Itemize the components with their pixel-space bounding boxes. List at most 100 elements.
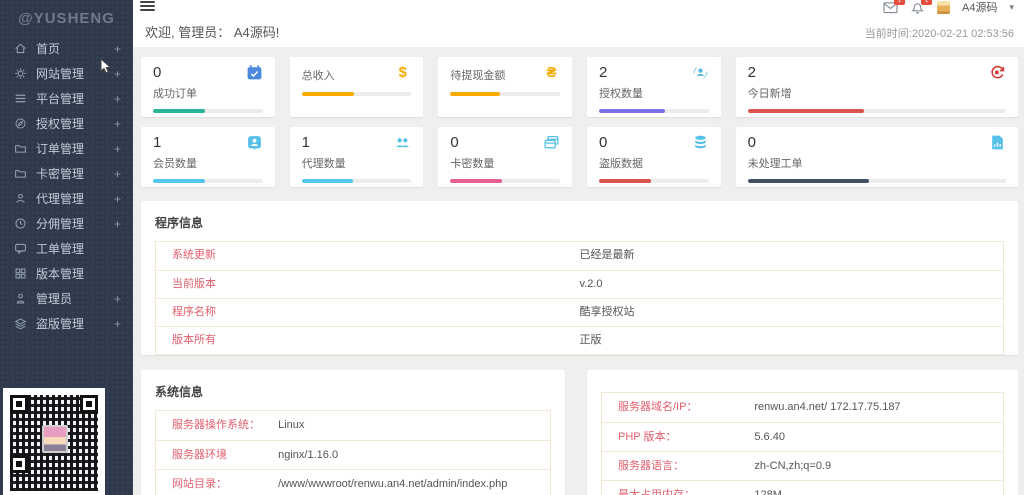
qr-pattern [10, 395, 98, 491]
row-value: 已经是最新 [579, 249, 635, 261]
calendar-check-icon [246, 64, 263, 81]
progress-track [450, 92, 560, 96]
currency-icon: ₴ [546, 64, 557, 81]
progress-track [450, 179, 560, 183]
system-info-table: 服务器操作系统： Linux 服务器环境 nginx/1.16.0 网站目录： … [155, 410, 551, 495]
stat-card-members[interactable]: 1 会员数量 [141, 127, 275, 187]
stat-card-open-tickets[interactable]: 0 未处理工单 [735, 127, 1018, 187]
row-value: 128M [754, 489, 782, 495]
sidebar-item-authorization[interactable]: 授权管理 + [0, 111, 133, 136]
row-value: 酷享授权站 [579, 306, 635, 318]
stat-card-total-income[interactable]: 总收入 $ [289, 57, 424, 117]
sidebar-item-administrators[interactable]: 管理员 + [0, 286, 133, 311]
sidebar-item-versions[interactable]: 版本管理 [0, 261, 133, 286]
mail-icon[interactable]: 1 [883, 0, 905, 14]
expand-plus-icon[interactable]: + [114, 317, 133, 331]
expand-plus-icon[interactable]: + [114, 292, 133, 306]
progress-fill [153, 109, 205, 113]
folder-icon [13, 167, 27, 181]
sidebar-item-piracy[interactable]: 盗版管理 + [0, 311, 133, 336]
stat-card-piracy-data[interactable]: 0 盗版数据 [587, 127, 721, 187]
sidebar-item-orders[interactable]: 订单管理 + [0, 136, 133, 161]
progress-fill [153, 179, 205, 183]
table-row: 服务器语言： zh-CN,zh;q=0.9 [602, 451, 1003, 480]
stat-label: 会员数量 [153, 158, 197, 170]
table-row: 程序名称 酷享授权站 [156, 298, 1003, 326]
stat-value: 2 [747, 64, 756, 81]
stat-label: 代理数量 [301, 158, 346, 170]
sidebar-item-commission[interactable]: 分佣管理 + [0, 211, 133, 236]
row-label: 最大占用内存： [618, 489, 695, 495]
sidebar-item-website[interactable]: 网站管理 + [0, 61, 133, 86]
expand-plus-icon[interactable]: + [114, 192, 133, 206]
table-row: 服务器操作系统： Linux [156, 411, 550, 440]
row-label: 服务器环境 [172, 449, 227, 461]
stat-card-success-orders[interactable]: 0 成功订单 [141, 57, 275, 117]
current-time: 当前时间:2020-02-21 02:53:56 [864, 28, 1014, 40]
progress-track [153, 179, 263, 183]
program-info-panel: 程序信息 系统更新 已经是最新 当前版本 v.2.0 程序名称 酷享授权站 版本… [141, 201, 1018, 355]
bottom-panels: 系统信息 服务器操作系统： Linux 服务器环境 nginx/1.16.0 网… [141, 370, 1018, 495]
progress-track [747, 109, 1006, 113]
stat-card-authorizations[interactable]: 2 授权数量 [587, 57, 721, 117]
expand-plus-icon[interactable]: + [114, 217, 133, 231]
progress-track [747, 179, 1006, 183]
stat-card-cardkeys-count[interactable]: 0 卡密数量 [438, 127, 572, 187]
brand-logo: @YUSHENG [18, 10, 115, 27]
qr-finder-icon [80, 395, 98, 413]
sidebar-item-cardkeys[interactable]: 卡密管理 + [0, 161, 133, 186]
row-label: 服务器域名/IP： [618, 401, 698, 413]
sidebar: @YUSHENG 首页 + 网站管理 + 平台管理 + 授权管理 + 订单管理 … [0, 0, 133, 495]
panel-title: 程序信息 [155, 216, 204, 230]
row-label: 程序名称 [172, 306, 216, 318]
welcome-message: 欢迎, 管理员： A4源码! [145, 25, 280, 40]
stats-row-1: 0 成功订单 总收入 $ 待提现金额 ₴ 2 授权数量 2 今日新增 [141, 57, 1018, 117]
qr-finder-icon [10, 455, 28, 473]
progress-track [599, 179, 709, 183]
system-info-panel: 系统信息 服务器操作系统： Linux 服务器环境 nginx/1.16.0 网… [141, 370, 565, 495]
expand-plus-icon[interactable]: + [114, 42, 133, 56]
stat-label: 今日新增 [747, 88, 792, 100]
server-info-panel: 服务器域名/IP： renwu.an4.net/ 172.17.75.187 P… [587, 370, 1018, 495]
table-row: 系统更新 已经是最新 [156, 242, 1003, 270]
row-value: /www/wwwroot/renwu.an4.net/admin/index.p… [278, 478, 508, 490]
sidebar-item-tickets[interactable]: 工单管理 [0, 236, 133, 261]
progress-fill [301, 92, 355, 96]
progress-fill [599, 109, 665, 113]
table-row: 当前版本 v.2.0 [156, 270, 1003, 298]
row-label: PHP 版本： [618, 431, 677, 443]
user-sync-icon [692, 64, 709, 81]
user-menu[interactable]: A4源码 [962, 0, 997, 15]
table-row: 最大占用内存： 128M [602, 480, 1003, 495]
sidebar-item-agents[interactable]: 代理管理 + [0, 186, 133, 211]
row-value: 5.6.40 [754, 431, 785, 443]
sidebar-item-home[interactable]: 首页 + [0, 36, 133, 61]
menu-toggle-icon[interactable] [140, 1, 155, 13]
expand-plus-icon[interactable]: + [114, 92, 133, 106]
user-avatar[interactable] [937, 0, 950, 14]
expand-plus-icon[interactable]: + [114, 117, 133, 131]
table-row: PHP 版本： 5.6.40 [602, 422, 1003, 451]
row-label: 系统更新 [172, 249, 216, 261]
expand-plus-icon[interactable]: + [114, 167, 133, 181]
users-icon [394, 134, 411, 151]
main-area: 1 1 A4源码 ▾ 欢迎, 管理员： A4源码! 当前时间:2020-02-2… [133, 0, 1024, 495]
stat-card-agents-count[interactable]: 1 代理数量 [289, 127, 424, 187]
stat-card-pending-withdrawal[interactable]: 待提现金额 ₴ [438, 57, 572, 117]
row-value: zh-CN,zh;q=0.9 [754, 460, 832, 472]
bell-icon[interactable]: 1 [910, 0, 932, 14]
mail-badge: 1 [894, 0, 905, 5]
progress-fill [450, 92, 500, 96]
expand-plus-icon[interactable]: + [114, 142, 133, 156]
stat-card-new-today[interactable]: 2 今日新增 [735, 57, 1018, 117]
bell-badge: 1 [921, 0, 932, 5]
table-row: 版本所有 正版 [156, 326, 1003, 354]
chevron-down-icon[interactable]: ▾ [1009, 2, 1014, 13]
qr-center-avatar [42, 425, 68, 453]
stat-label: 卡密数量 [450, 158, 495, 170]
clock-icon [13, 217, 27, 231]
sidebar-item-platform[interactable]: 平台管理 + [0, 86, 133, 111]
panel-title: 系统信息 [155, 385, 204, 399]
expand-plus-icon[interactable]: + [114, 67, 133, 81]
row-value: Linux [278, 419, 305, 431]
